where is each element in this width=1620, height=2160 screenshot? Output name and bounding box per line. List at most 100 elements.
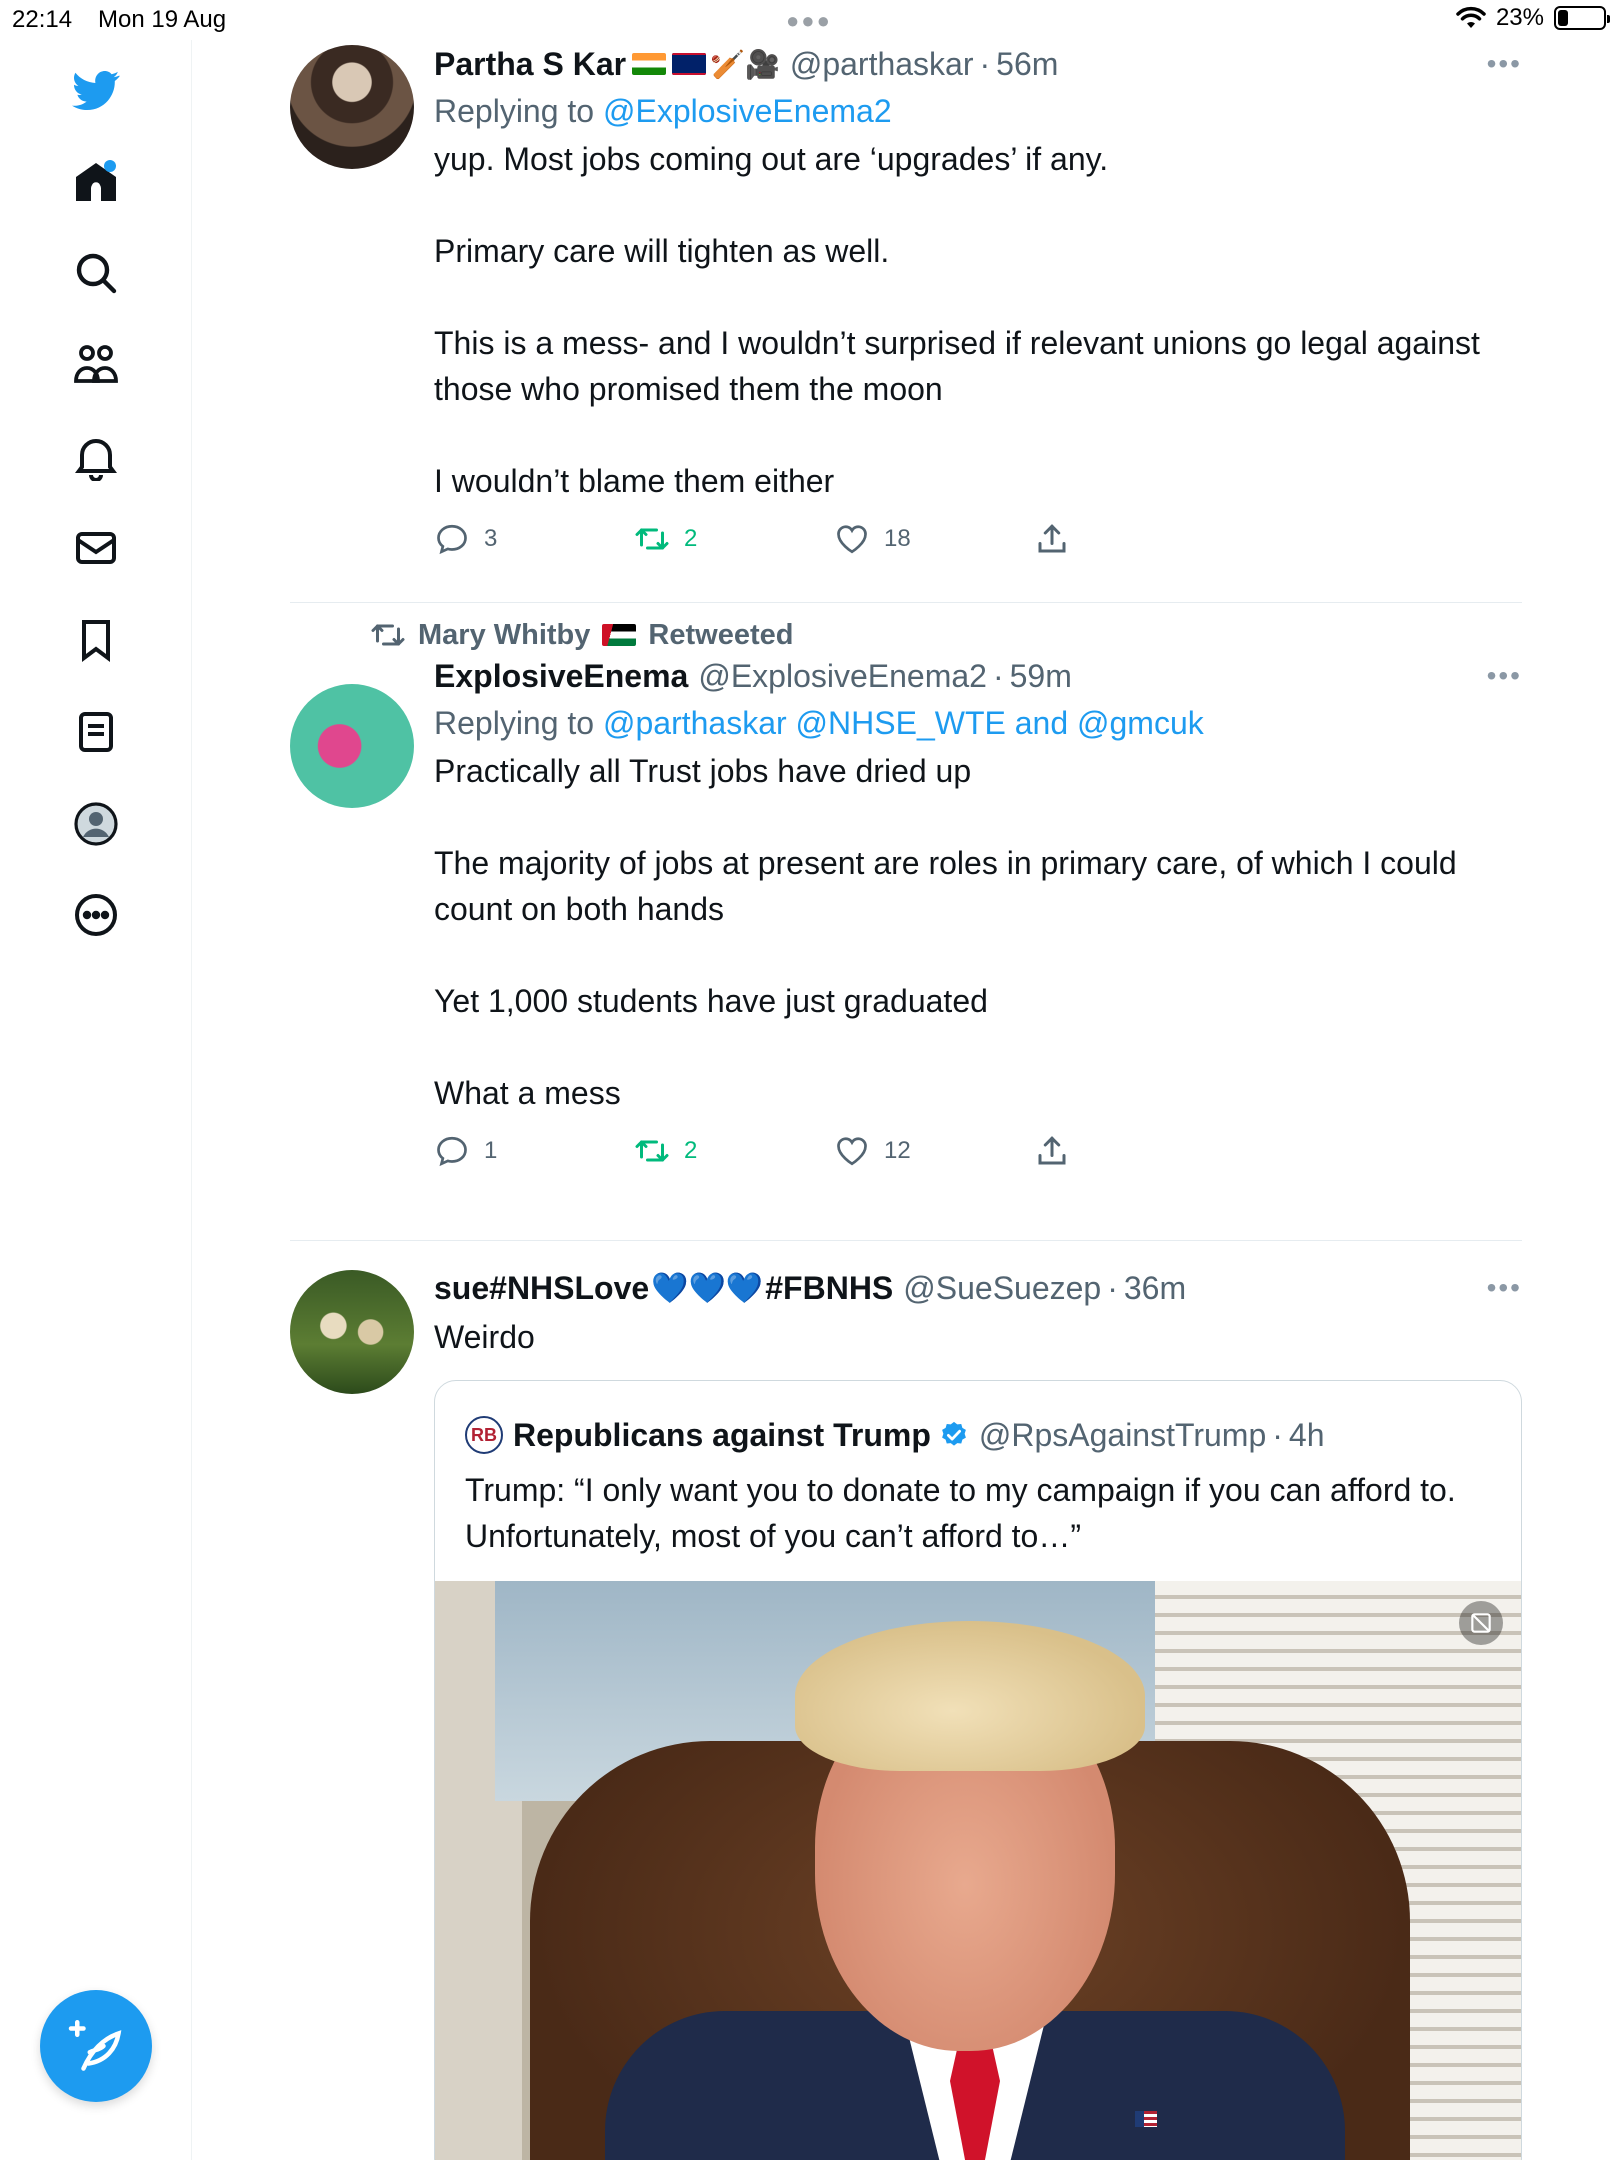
retweet-button[interactable]: 2: [634, 1133, 834, 1169]
like-button[interactable]: 12: [834, 1133, 1034, 1169]
tweet-more-icon[interactable]: •••: [1487, 1272, 1522, 1304]
compose-tweet-button[interactable]: [40, 1990, 152, 2102]
tweet-time[interactable]: 56m: [996, 46, 1058, 83]
battery-percent: 23%: [1495, 4, 1544, 31]
replying-to: Replying to @ExplosiveEnema2: [434, 86, 1522, 136]
retweet-button[interactable]: 2: [634, 521, 834, 557]
blue-hearts-emoji: 💙💙💙: [651, 1271, 764, 1305]
quoted-tweet-text: Trump: “I only want you to donate to my …: [465, 1472, 1456, 1554]
tweet[interactable]: Mary Whitby Retweeted ExplosiveEnema @Ex…: [290, 602, 1522, 1241]
multitasking-dots-icon[interactable]: ●●●: [786, 8, 832, 34]
tweet-text: yup. Most jobs coming out are ‘upgrades’…: [434, 136, 1522, 504]
author-handle[interactable]: @SueSuezep: [903, 1270, 1101, 1307]
palestine-flag-icon: [602, 624, 637, 646]
separator-dot: ·: [992, 657, 1004, 694]
flag-pin-icon: [1135, 2111, 1157, 2127]
status-time: 22:14: [12, 6, 73, 33]
author-name-prefix[interactable]: sue#NHSLove: [434, 1270, 649, 1307]
quoted-author-name: Republicans against Trump: [513, 1416, 931, 1453]
separator-dot: ·: [1107, 1269, 1118, 1306]
share-icon: [1038, 1136, 1066, 1165]
wifi-icon: [1456, 6, 1486, 28]
bookmark-icon[interactable]: [68, 612, 124, 668]
reply-icon: [437, 524, 467, 555]
cricket-icon: 🏏: [710, 48, 745, 80]
replying-to-label: Replying to: [434, 705, 595, 741]
home-icon[interactable]: [68, 154, 124, 210]
tweet-paragraph: Practically all Trust jobs have dried up: [434, 753, 972, 789]
tweet-more-icon[interactable]: •••: [1487, 660, 1522, 692]
sidebar: [0, 40, 192, 2160]
tweet-time[interactable]: 59m: [1010, 658, 1072, 695]
tweet-paragraph: yup. Most jobs coming out are ‘upgrades’…: [434, 141, 1109, 177]
replying-to-mention[interactable]: @ExplosiveEnema2: [603, 93, 892, 129]
more-icon[interactable]: [68, 887, 124, 943]
retweet-count: 2: [684, 525, 698, 552]
tweet[interactable]: Partha S Kar 🏏 🎥 @parthaskar · 56m ••• R…: [290, 40, 1522, 603]
reply-count: 1: [484, 1137, 498, 1164]
author-name[interactable]: Partha S Kar: [434, 46, 626, 83]
tweet-time[interactable]: 36m: [1124, 1270, 1186, 1307]
quoted-tweet-time: 4h: [1288, 1416, 1325, 1453]
messages-envelope-icon[interactable]: [68, 520, 124, 576]
tweet-text: Practically all Trust jobs have dried up…: [434, 748, 1522, 1116]
tweet[interactable]: sue#NHSLove 💙💙💙 #FBNHS @SueSuezep · 36m …: [290, 1240, 1522, 2160]
india-flag-icon: [632, 53, 667, 75]
tweet-paragraph: The majority of jobs at present are role…: [434, 845, 1457, 927]
retweeted-label: Retweeted: [648, 618, 794, 651]
heart-icon: [837, 1137, 867, 1166]
tweet-actions: 3 2 18: [434, 514, 1522, 564]
profile-icon[interactable]: [68, 796, 124, 852]
tweet-more-icon[interactable]: •••: [1487, 48, 1522, 80]
retweet-icon: [635, 1140, 669, 1162]
retweet-count: 2: [684, 1137, 698, 1164]
status-bar: 22:14 Mon 19 Aug ●●● 23%: [0, 0, 1620, 40]
like-button[interactable]: 18: [834, 521, 1034, 557]
tweet-paragraph: This is a mess- and I wouldn’t surprised…: [434, 325, 1480, 407]
tweet-paragraph: I wouldn’t blame them either: [434, 463, 835, 499]
communities-icon[interactable]: [68, 337, 124, 393]
uk-flag-icon: [672, 53, 707, 75]
tweet-paragraph: What a mess: [434, 1075, 621, 1111]
reply-button[interactable]: 1: [434, 1133, 634, 1169]
avatar[interactable]: [290, 1270, 414, 1394]
quoted-author-handle: @RpsAgainstTrump: [978, 1416, 1267, 1453]
quoted-tweet[interactable]: RB Republicans against Trump @RpsAgainst…: [434, 1380, 1522, 2160]
retweeter-name[interactable]: Mary Whitby: [418, 619, 590, 652]
twitter-bird-icon[interactable]: [68, 62, 124, 118]
author-handle[interactable]: @parthaskar: [790, 46, 974, 83]
replying-to-mention[interactable]: @parthaskar @NHSE_WTE and @gmcuk: [603, 705, 1204, 741]
tweet-paragraph: Yet 1,000 students have just graduated: [434, 983, 988, 1019]
status-date: Mon 19 Aug: [98, 6, 227, 33]
tweet-text: Weirdo: [434, 1319, 535, 1355]
reply-button[interactable]: 3: [434, 521, 634, 557]
quoted-video[interactable]: [435, 1581, 1521, 2160]
verified-badge-icon: [941, 1421, 966, 1446]
retweet-icon: [635, 528, 669, 550]
author-handle[interactable]: @ExplosiveEnema2: [698, 658, 987, 695]
heart-icon: [837, 525, 867, 554]
tweet-actions: 1 2 12: [434, 1126, 1522, 1176]
avatar[interactable]: [290, 684, 414, 808]
like-count: 12: [884, 1137, 911, 1164]
share-icon: [1038, 524, 1066, 553]
notifications-bell-icon[interactable]: [68, 429, 124, 485]
avatar[interactable]: [290, 45, 414, 169]
person-hair: [795, 1621, 1145, 1771]
separator-dot: ·: [979, 45, 991, 82]
like-count: 18: [884, 525, 911, 552]
separator-dot: ·: [1272, 1416, 1283, 1453]
author-name-suffix[interactable]: #FBNHS: [765, 1270, 893, 1307]
quoted-avatar: RB: [465, 1416, 503, 1454]
battery-icon: [1554, 6, 1610, 30]
search-icon[interactable]: [68, 245, 124, 301]
author-name[interactable]: ExplosiveEnema: [434, 658, 688, 695]
reply-icon: [437, 1136, 467, 1167]
lists-icon[interactable]: [68, 704, 124, 760]
media-settings-icon[interactable]: [1459, 1601, 1503, 1645]
share-button[interactable]: [1034, 1133, 1234, 1169]
timeline-feed: Partha S Kar 🏏 🎥 @parthaskar · 56m ••• R…: [290, 40, 1522, 2160]
compose-feather-icon: [68, 2020, 122, 2071]
replying-to-label: Replying to: [434, 93, 595, 129]
share-button[interactable]: [1034, 521, 1234, 557]
